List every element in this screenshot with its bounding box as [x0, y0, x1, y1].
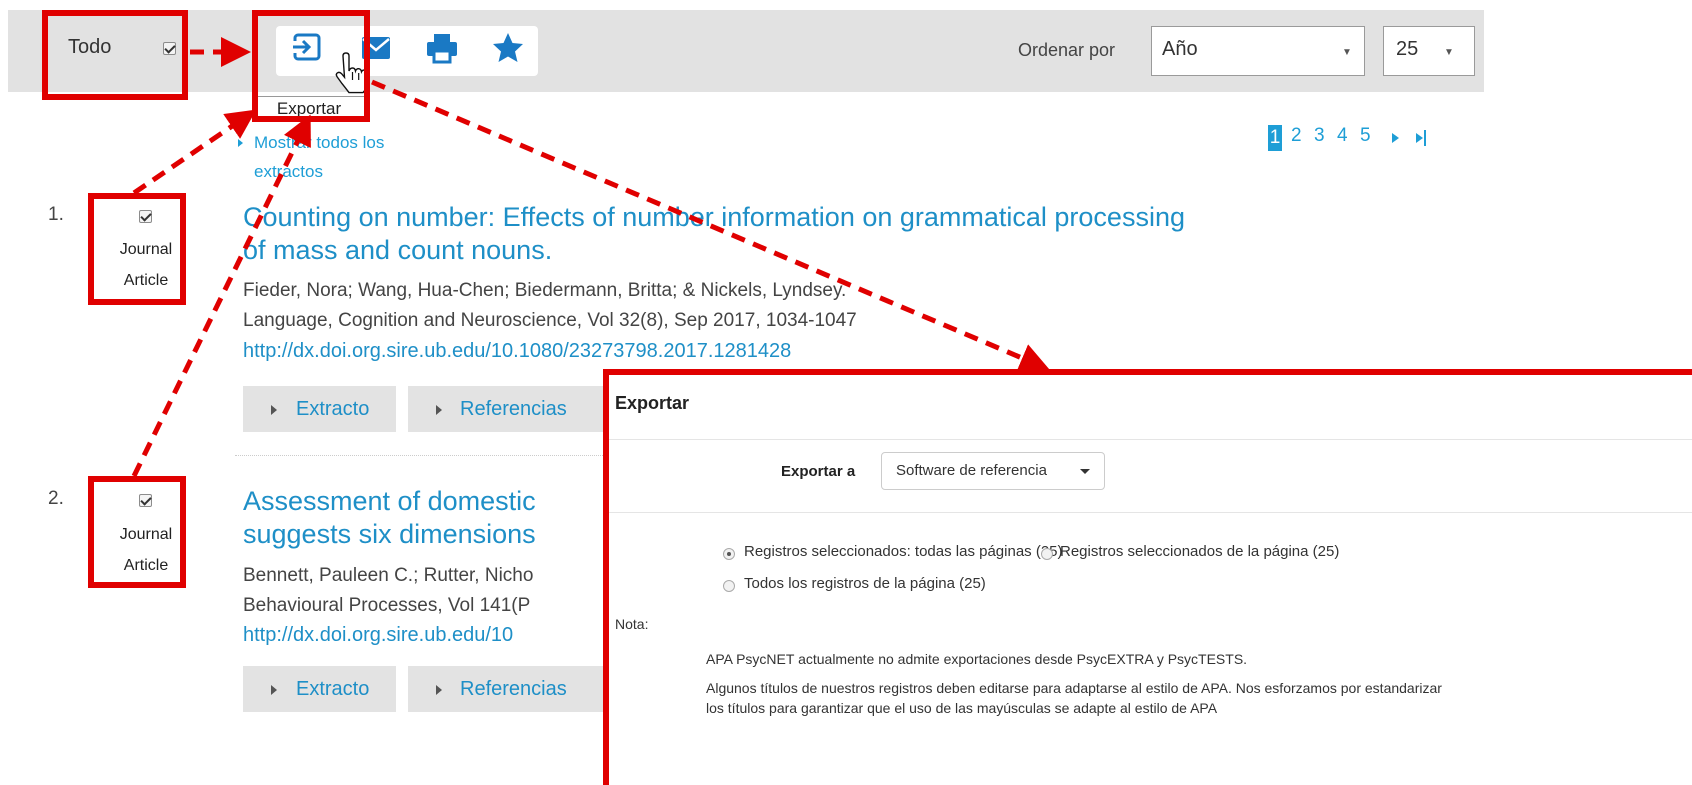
- radio-label: Registros seleccionados: todas las págin…: [744, 543, 1063, 560]
- dialog-divider: [609, 512, 1692, 513]
- note-label: Nota:: [615, 616, 649, 632]
- radio-selected-this-page[interactable]: [1041, 548, 1053, 560]
- export-dialog: Exportar Exportar a Software de referenc…: [603, 369, 1692, 785]
- radio-label: Todos los registros de la página (25): [744, 575, 986, 592]
- radio-selected-all-pages[interactable]: [723, 548, 735, 560]
- caret-down-icon: [1080, 469, 1090, 474]
- dialog-title: Exportar: [615, 393, 690, 413]
- dialog-divider: [609, 439, 1692, 440]
- note-text: Algunos títulos de nuestros registros de…: [706, 680, 1442, 696]
- radio-all-this-page[interactable]: [723, 580, 735, 592]
- note-text: los títulos para garantizar que el uso d…: [706, 700, 1218, 716]
- export-to-label: Exportar a: [781, 463, 856, 480]
- note-text: APA PsycNET actualmente no admite export…: [706, 651, 1248, 667]
- export-format-value: Software de referencia: [896, 462, 1047, 479]
- export-format-dropdown[interactable]: Software de referencia: [881, 452, 1105, 490]
- radio-label: Registros seleccionados de la página (25…: [1060, 543, 1340, 560]
